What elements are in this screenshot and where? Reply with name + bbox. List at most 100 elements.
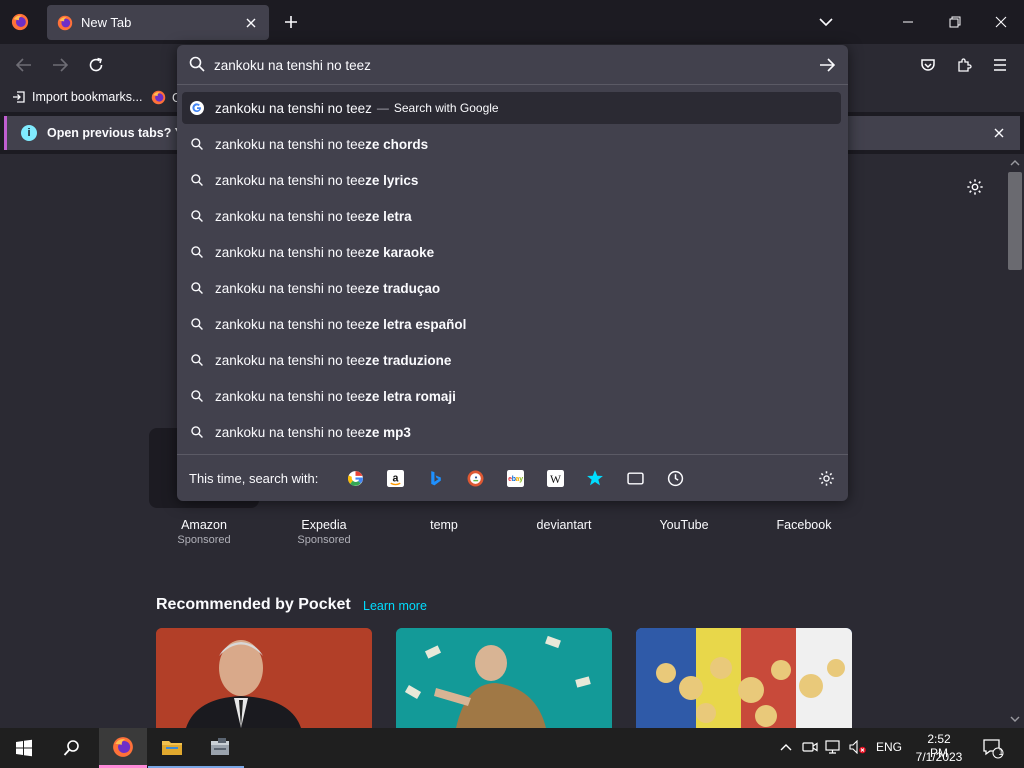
chevron-up-icon [780, 744, 792, 751]
list-all-tabs-button[interactable] [814, 10, 838, 34]
suggestion-text: zankoku na tenshi no teeze karaoke [215, 244, 435, 260]
pocket-button[interactable] [915, 52, 941, 78]
window-close-button[interactable] [987, 8, 1015, 36]
notification-close-button[interactable] [990, 124, 1008, 142]
reload-button[interactable] [83, 52, 109, 78]
one-off-amazon-button[interactable]: a [385, 468, 405, 488]
one-off-label: This time, search with: [189, 471, 319, 486]
one-off-wikipedia-button[interactable]: W [545, 468, 565, 488]
info-icon: i [21, 125, 37, 141]
search-icon [189, 280, 205, 296]
chevron-down-icon [819, 18, 833, 27]
shortcut-label[interactable]: deviantart [509, 518, 619, 532]
new-tab-button[interactable] [279, 10, 303, 34]
taskbar-app-button[interactable] [196, 728, 244, 768]
shortcut-label[interactable]: Facebook [749, 518, 859, 532]
scroll-up-arrow[interactable] [1009, 157, 1021, 169]
svg-text:y: y [519, 476, 523, 483]
suggestion-row[interactable]: zankoku na tenshi no teeze letra romaji [182, 380, 841, 412]
suggestion-search-with-google[interactable]: zankoku na tenshi no teez — Search with … [182, 92, 841, 124]
taskbar-file-explorer-button[interactable] [148, 728, 196, 768]
import-icon [13, 91, 25, 103]
minimize-icon [903, 21, 913, 23]
bing-icon [430, 470, 441, 485]
suggestion-row[interactable]: zankoku na tenshi no teeze letra [182, 200, 841, 232]
suggestion-row[interactable]: zankoku na tenshi no teeze karaoke [182, 236, 841, 268]
suggestion-row[interactable]: zankoku na tenshi no teeze traduzione [182, 344, 841, 376]
suggestion-row[interactable]: zankoku na tenshi no teeze traduçao [182, 272, 841, 304]
start-button[interactable] [0, 728, 48, 768]
tray-show-hidden-button[interactable] [777, 738, 795, 756]
close-icon [994, 128, 1004, 138]
taskbar-firefox-button[interactable] [99, 728, 147, 768]
shortcut-label[interactable]: Expedia [269, 518, 379, 532]
one-off-duckduckgo-button[interactable] [465, 468, 485, 488]
svg-text:W: W [549, 472, 560, 485]
ebay-icon: ebay [506, 469, 524, 487]
one-off-bing-button[interactable] [425, 468, 445, 488]
search-icon [189, 352, 205, 368]
restore-button[interactable] [941, 8, 969, 36]
suggestion-row[interactable]: zankoku na tenshi no teeze lyrics [182, 164, 841, 196]
forward-button[interactable] [47, 52, 73, 78]
firefox-view-button[interactable] [8, 10, 32, 34]
notification-text: Open previous tabs? You [47, 126, 198, 140]
input-language-indicator[interactable]: ENG [876, 740, 902, 754]
one-off-google-button[interactable] [345, 468, 365, 488]
gear-icon [967, 179, 983, 195]
suggestion-text: zankoku na tenshi no teeze letra [215, 208, 412, 224]
suggestion-separator: — [376, 101, 389, 115]
urlbar-input[interactable] [214, 54, 804, 76]
one-off-ebay-button[interactable]: ebay [505, 468, 525, 488]
gear-icon [818, 470, 834, 486]
taskbar-search-button[interactable] [48, 728, 96, 768]
bookmark-import[interactable]: Import bookmarks... [12, 90, 142, 104]
customize-page-button[interactable] [964, 176, 986, 198]
tabs-icon [626, 471, 644, 485]
shortcut-label: Amazon [181, 518, 227, 532]
camera-icon [802, 742, 818, 752]
suggestion-row[interactable]: zankoku na tenshi no teeze chords [182, 128, 841, 160]
pocket-story-card[interactable] [156, 628, 372, 728]
tab-close-button[interactable] [241, 13, 261, 33]
one-off-bookmarks-button[interactable] [585, 468, 605, 488]
urlbar-go-button[interactable] [816, 54, 838, 76]
app-menu-button[interactable] [987, 52, 1013, 78]
app-package-icon [211, 738, 229, 755]
search-icon [189, 316, 205, 332]
one-off-tabs-button[interactable] [625, 468, 645, 488]
pocket-icon [921, 59, 935, 71]
tray-volume-muted[interactable] [849, 738, 867, 756]
arrow-left-icon [16, 58, 31, 72]
suggestion-row[interactable]: zankoku na tenshi no teeze mp3 [182, 416, 841, 448]
story-thumbnail-image [636, 628, 852, 728]
wikipedia-icon: W [546, 469, 564, 487]
one-off-history-button[interactable] [665, 468, 685, 488]
search-icon [189, 388, 205, 404]
tab-new-tab[interactable]: New Tab [47, 5, 269, 40]
pocket-story-card[interactable] [636, 628, 852, 728]
shortcut-label[interactable]: YouTube [629, 518, 739, 532]
extensions-button[interactable] [951, 52, 977, 78]
svg-text:a: a [392, 472, 398, 484]
sponsored-label: Sponsored [297, 534, 351, 546]
suggestion-text: zankoku na tenshi no teeze letra romaji [215, 388, 456, 404]
suggestion-text: zankoku na tenshi no teeze mp3 [215, 424, 411, 440]
duckduckgo-icon [467, 470, 483, 486]
arrow-right-icon [53, 58, 68, 72]
back-button[interactable] [11, 52, 37, 78]
suggestion-row[interactable]: zankoku na tenshi no teeze letra español [182, 308, 841, 340]
tray-meet-now[interactable] [801, 738, 819, 756]
search-settings-button[interactable] [816, 468, 836, 488]
folder-icon [162, 741, 182, 755]
minimize-button[interactable] [894, 8, 922, 36]
tray-network[interactable] [825, 738, 843, 756]
pocket-story-card[interactable] [396, 628, 612, 728]
search-icon [189, 172, 205, 188]
pocket-learn-more-link[interactable]: Learn more [363, 599, 427, 613]
clock-date[interactable]: 7/1/2023 [911, 750, 967, 764]
scrollbar-thumb[interactable] [1008, 172, 1022, 270]
shortcut-label[interactable]: temp [389, 518, 499, 532]
search-icon [189, 136, 205, 152]
scroll-down-arrow[interactable] [1009, 713, 1021, 725]
